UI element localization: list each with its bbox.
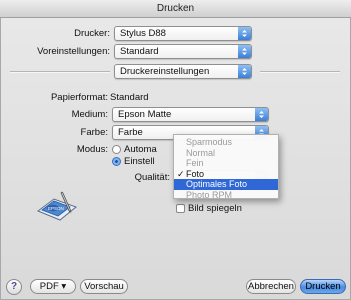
quality-menu: Sparmodus Normal Fein ✓ Foto Optimales Fo… xyxy=(173,134,279,201)
paper-format-label: Papierformat: xyxy=(50,92,108,103)
updown-arrows-icon xyxy=(238,45,251,58)
presets-popup[interactable]: Standard xyxy=(114,44,252,59)
updown-arrows-icon xyxy=(238,27,251,40)
quality-menu-item[interactable]: Normal xyxy=(174,148,278,159)
section-divider-right xyxy=(260,71,340,73)
mirror-label: Bild spiegeln xyxy=(188,203,242,214)
updown-arrows-icon xyxy=(238,65,251,78)
medium-label: Medium: xyxy=(71,109,108,120)
window-title: Drucken xyxy=(0,0,351,18)
cancel-button[interactable]: Abbrechen xyxy=(246,279,296,294)
quality-menu-item-highlighted[interactable]: Optimales Foto xyxy=(174,179,278,190)
quality-menu-item[interactable]: Sparmodus xyxy=(174,137,278,148)
quality-menu-item[interactable]: Fein xyxy=(174,158,278,169)
panel-popup[interactable]: Druckereinstellungen xyxy=(114,64,252,79)
paper-format-value: Standard xyxy=(110,92,149,103)
pdf-button[interactable]: PDF ▾ xyxy=(30,279,76,294)
mode-auto-label: Automa xyxy=(124,144,157,155)
mode-custom-label: Einstell xyxy=(124,156,155,167)
color-label: Farbe: xyxy=(80,127,108,138)
svg-text:EPSON: EPSON xyxy=(48,206,64,211)
help-button[interactable]: ? xyxy=(6,279,22,295)
print-dialog: Drucken Drucker: Stylus D88 Voreinstellu… xyxy=(0,0,351,300)
mirror-checkbox[interactable] xyxy=(176,204,185,213)
presets-value: Standard xyxy=(120,46,159,57)
quality-menu-item-checked[interactable]: ✓ Foto xyxy=(174,169,278,180)
preview-button[interactable]: Vorschau xyxy=(80,279,128,294)
mode-custom-radio[interactable] xyxy=(112,157,121,166)
epson-printer-icon: EPSON xyxy=(34,189,80,223)
presets-label: Voreinstellungen: xyxy=(37,46,110,57)
mode-label: Modus: xyxy=(76,144,108,155)
section-divider-left xyxy=(10,71,110,73)
mode-auto-radio[interactable] xyxy=(112,145,121,154)
quality-label: Qualität: xyxy=(134,172,170,183)
print-button[interactable]: Drucken xyxy=(300,279,346,294)
medium-popup[interactable]: Epson Matte xyxy=(112,107,269,122)
color-value: Farbe xyxy=(118,127,143,138)
checkmark-icon: ✓ xyxy=(177,168,185,179)
quality-menu-item[interactable]: Photo RPM xyxy=(174,190,278,201)
panel-value: Druckereinstellungen xyxy=(120,66,210,77)
printer-value: Stylus D88 xyxy=(120,28,166,39)
printer-popup[interactable]: Stylus D88 xyxy=(114,26,252,41)
printer-label: Drucker: xyxy=(74,28,110,39)
medium-value: Epson Matte xyxy=(118,109,172,120)
updown-arrows-icon xyxy=(255,108,268,121)
